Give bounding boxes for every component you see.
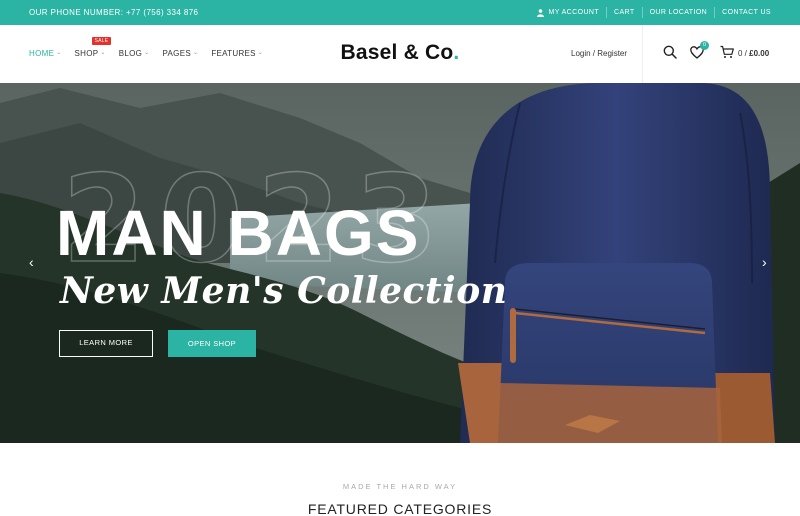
cart-amount: £0.00 xyxy=(749,49,770,58)
cart-total[interactable]: 0 / £0.00 xyxy=(738,49,769,58)
our-location-link[interactable]: OUR LOCATION xyxy=(641,7,715,18)
site-logo[interactable]: Basel & Co. xyxy=(0,41,800,65)
logo-dot: . xyxy=(453,41,460,64)
hero-slider: 2023 MAN BAGS New Men's Collection LEARN… xyxy=(0,83,800,443)
top-bar: OUR PHONE NUMBER: +77 (756) 334 876 MY A… xyxy=(0,0,800,25)
my-account-link[interactable]: MY ACCOUNT xyxy=(530,7,606,18)
phone-number: OUR PHONE NUMBER: +77 (756) 334 876 xyxy=(29,8,199,17)
user-icon xyxy=(537,8,545,17)
top-links: MY ACCOUNT CART OUR LOCATION CONTACT US xyxy=(530,0,771,25)
backpack-image xyxy=(458,83,775,443)
my-account-label: MY ACCOUNT xyxy=(548,9,600,16)
hero-headline: MAN BAGS xyxy=(56,197,421,269)
contact-us-link[interactable]: CONTACT US xyxy=(714,7,771,18)
header-divider xyxy=(642,25,643,83)
section-eyebrow: MADE THE HARD WAY xyxy=(342,482,458,491)
cart-link[interactable]: CART xyxy=(606,7,642,18)
main-header: HOME ⌄ SALE SHOP ⌄ BLOG ⌄ PAGES ⌄ FEATUR… xyxy=(0,25,800,83)
cart-count: 0 / xyxy=(738,49,750,58)
chevron-left-icon[interactable]: ‹ xyxy=(29,255,34,269)
cart-icon[interactable] xyxy=(720,45,734,59)
logo-text: Basel & Co xyxy=(340,41,454,64)
learn-more-button[interactable]: LEARN MORE xyxy=(59,330,153,357)
open-shop-button[interactable]: OPEN SHOP xyxy=(168,330,256,357)
search-icon[interactable] xyxy=(663,45,677,59)
chevron-right-icon[interactable]: › xyxy=(762,255,767,269)
hero-subline: New Men's Collection xyxy=(60,270,508,312)
wishlist-count-badge: 0 xyxy=(700,41,709,50)
login-register-link[interactable]: Login / Register xyxy=(571,49,627,58)
section-title: FEATURED CATEGORIES xyxy=(307,501,493,516)
